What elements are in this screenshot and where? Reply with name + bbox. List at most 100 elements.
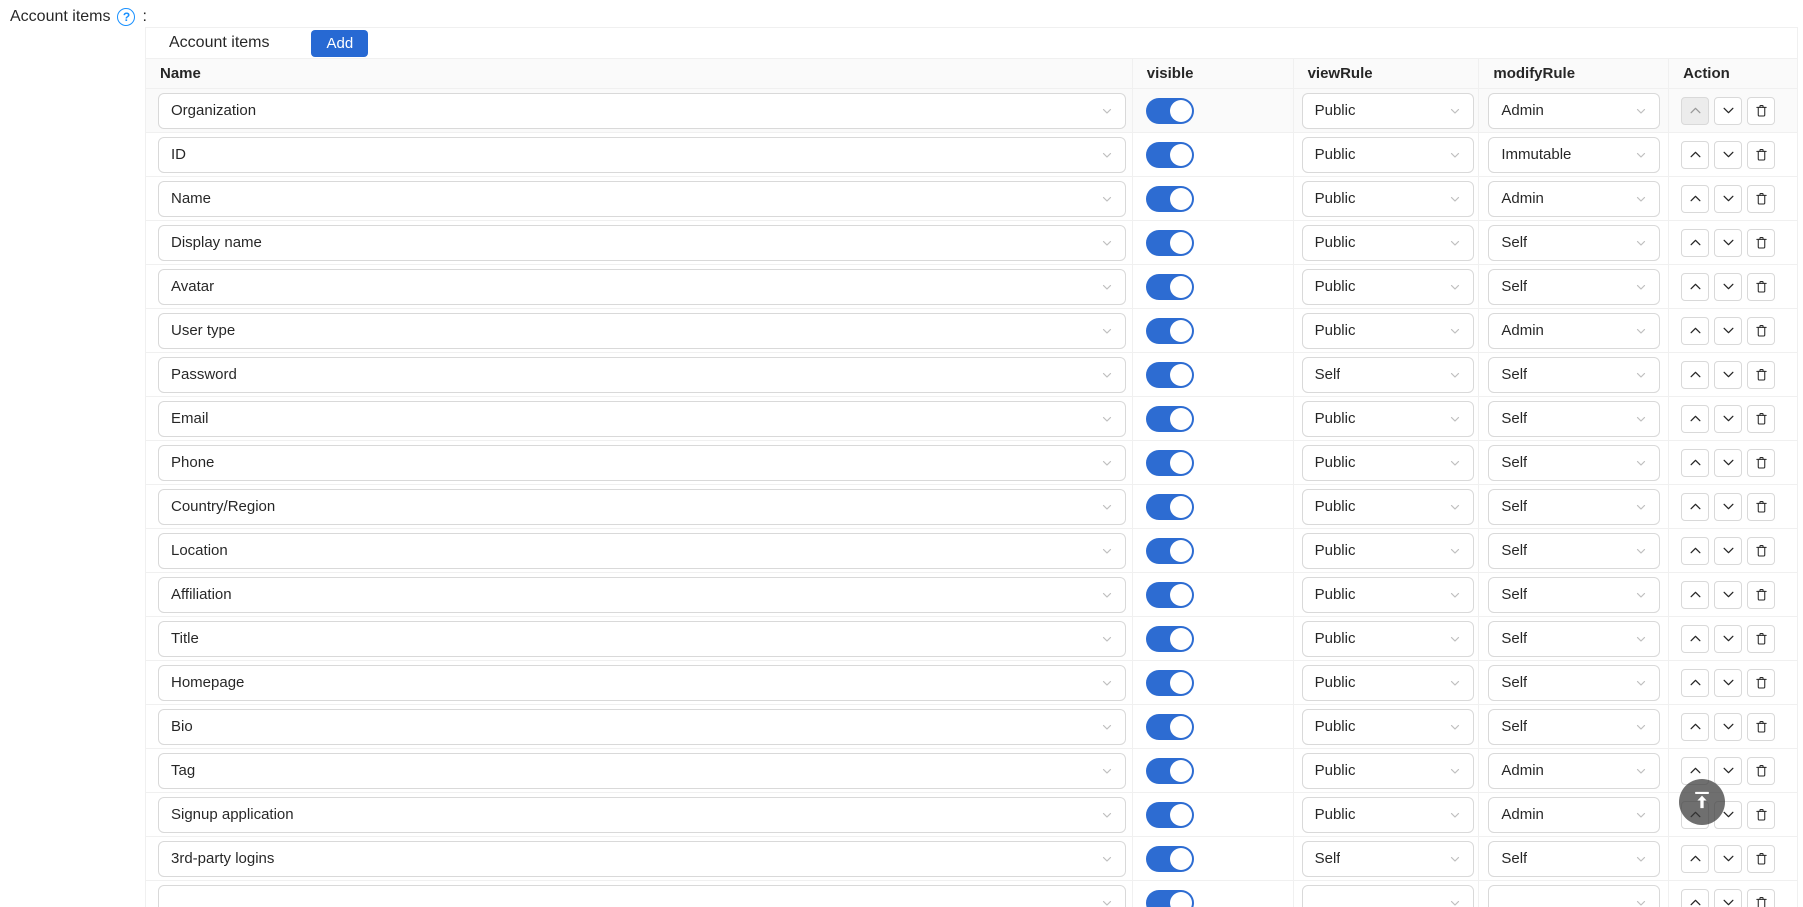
name-select[interactable]: Homepage — [158, 665, 1126, 701]
delete-button[interactable] — [1747, 229, 1775, 257]
modify-rule-select[interactable]: Self — [1488, 621, 1660, 657]
move-down-button[interactable] — [1714, 669, 1742, 697]
delete-button[interactable] — [1747, 713, 1775, 741]
visible-toggle[interactable] — [1146, 186, 1194, 212]
name-select[interactable]: Signup application — [158, 797, 1126, 833]
modify-rule-select[interactable]: Self — [1488, 665, 1660, 701]
delete-button[interactable] — [1747, 185, 1775, 213]
visible-toggle[interactable] — [1146, 494, 1194, 520]
visible-toggle[interactable] — [1146, 362, 1194, 388]
move-down-button[interactable] — [1714, 273, 1742, 301]
modify-rule-select[interactable]: Immutable — [1488, 137, 1660, 173]
move-down-button[interactable] — [1714, 757, 1742, 785]
modify-rule-select[interactable]: Self — [1488, 445, 1660, 481]
move-down-button[interactable] — [1714, 405, 1742, 433]
delete-button[interactable] — [1747, 405, 1775, 433]
view-rule-select[interactable]: Public — [1302, 709, 1474, 745]
move-up-button[interactable] — [1681, 317, 1709, 345]
move-down-button[interactable] — [1714, 845, 1742, 873]
move-down-button[interactable] — [1714, 713, 1742, 741]
name-select[interactable]: Organization — [158, 93, 1126, 129]
delete-button[interactable] — [1747, 317, 1775, 345]
name-select[interactable]: Bio — [158, 709, 1126, 745]
visible-toggle[interactable] — [1146, 318, 1194, 344]
modify-rule-select[interactable]: Self — [1488, 269, 1660, 305]
view-rule-select[interactable]: Public — [1302, 225, 1474, 261]
view-rule-select[interactable] — [1302, 885, 1474, 907]
move-up-button[interactable] — [1681, 713, 1709, 741]
modify-rule-select[interactable]: Admin — [1488, 181, 1660, 217]
name-select[interactable]: Display name — [158, 225, 1126, 261]
move-up-button[interactable] — [1681, 361, 1709, 389]
delete-button[interactable] — [1747, 449, 1775, 477]
name-select[interactable]: Avatar — [158, 269, 1126, 305]
move-up-button[interactable] — [1681, 845, 1709, 873]
move-up-button[interactable] — [1681, 493, 1709, 521]
view-rule-select[interactable]: Public — [1302, 445, 1474, 481]
visible-toggle[interactable] — [1146, 670, 1194, 696]
move-down-button[interactable] — [1714, 361, 1742, 389]
name-select[interactable]: Password — [158, 357, 1126, 393]
delete-button[interactable] — [1747, 889, 1775, 907]
visible-toggle[interactable] — [1146, 758, 1194, 784]
visible-toggle[interactable] — [1146, 538, 1194, 564]
move-up-button[interactable] — [1681, 669, 1709, 697]
delete-button[interactable] — [1747, 625, 1775, 653]
delete-button[interactable] — [1747, 845, 1775, 873]
move-down-button[interactable] — [1714, 889, 1742, 907]
modify-rule-select[interactable]: Self — [1488, 841, 1660, 877]
modify-rule-select[interactable]: Admin — [1488, 753, 1660, 789]
move-up-button[interactable] — [1681, 405, 1709, 433]
name-select[interactable]: Location — [158, 533, 1126, 569]
move-down-button[interactable] — [1714, 537, 1742, 565]
modify-rule-select[interactable]: Admin — [1488, 93, 1660, 129]
move-up-button[interactable] — [1681, 581, 1709, 609]
modify-rule-select[interactable]: Self — [1488, 401, 1660, 437]
name-select[interactable]: Email — [158, 401, 1126, 437]
visible-toggle[interactable] — [1146, 142, 1194, 168]
delete-button[interactable] — [1747, 537, 1775, 565]
visible-toggle[interactable] — [1146, 890, 1194, 907]
visible-toggle[interactable] — [1146, 802, 1194, 828]
name-select[interactable]: Country/Region — [158, 489, 1126, 525]
add-button[interactable]: Add — [311, 30, 368, 57]
move-down-button[interactable] — [1714, 581, 1742, 609]
name-select[interactable]: User type — [158, 313, 1126, 349]
name-select[interactable]: ID — [158, 137, 1126, 173]
delete-button[interactable] — [1747, 669, 1775, 697]
modify-rule-select[interactable]: Admin — [1488, 313, 1660, 349]
modify-rule-select[interactable]: Self — [1488, 357, 1660, 393]
move-up-button[interactable] — [1681, 889, 1709, 907]
name-select[interactable]: 3rd-party logins — [158, 841, 1126, 877]
modify-rule-select[interactable]: Admin — [1488, 797, 1660, 833]
move-up-button[interactable] — [1681, 273, 1709, 301]
view-rule-select[interactable]: Public — [1302, 621, 1474, 657]
view-rule-select[interactable]: Self — [1302, 841, 1474, 877]
question-circle-icon[interactable]: ? — [117, 8, 135, 26]
name-select[interactable]: Tag — [158, 753, 1126, 789]
delete-button[interactable] — [1747, 493, 1775, 521]
view-rule-select[interactable]: Public — [1302, 577, 1474, 613]
visible-toggle[interactable] — [1146, 714, 1194, 740]
modify-rule-select[interactable]: Self — [1488, 225, 1660, 261]
view-rule-select[interactable]: Public — [1302, 269, 1474, 305]
view-rule-select[interactable]: Public — [1302, 533, 1474, 569]
move-up-button[interactable] — [1681, 185, 1709, 213]
name-select[interactable]: Title — [158, 621, 1126, 657]
name-select[interactable]: Affiliation — [158, 577, 1126, 613]
delete-button[interactable] — [1747, 361, 1775, 389]
back-to-top-button[interactable] — [1679, 779, 1725, 825]
modify-rule-select[interactable]: Self — [1488, 709, 1660, 745]
move-down-button[interactable] — [1714, 229, 1742, 257]
name-select[interactable] — [158, 885, 1126, 907]
view-rule-select[interactable]: Public — [1302, 665, 1474, 701]
delete-button[interactable] — [1747, 273, 1775, 301]
visible-toggle[interactable] — [1146, 846, 1194, 872]
move-up-button[interactable] — [1681, 229, 1709, 257]
name-select[interactable]: Phone — [158, 445, 1126, 481]
move-up-button[interactable] — [1681, 625, 1709, 653]
visible-toggle[interactable] — [1146, 274, 1194, 300]
view-rule-select[interactable]: Public — [1302, 797, 1474, 833]
move-down-button[interactable] — [1714, 449, 1742, 477]
visible-toggle[interactable] — [1146, 230, 1194, 256]
